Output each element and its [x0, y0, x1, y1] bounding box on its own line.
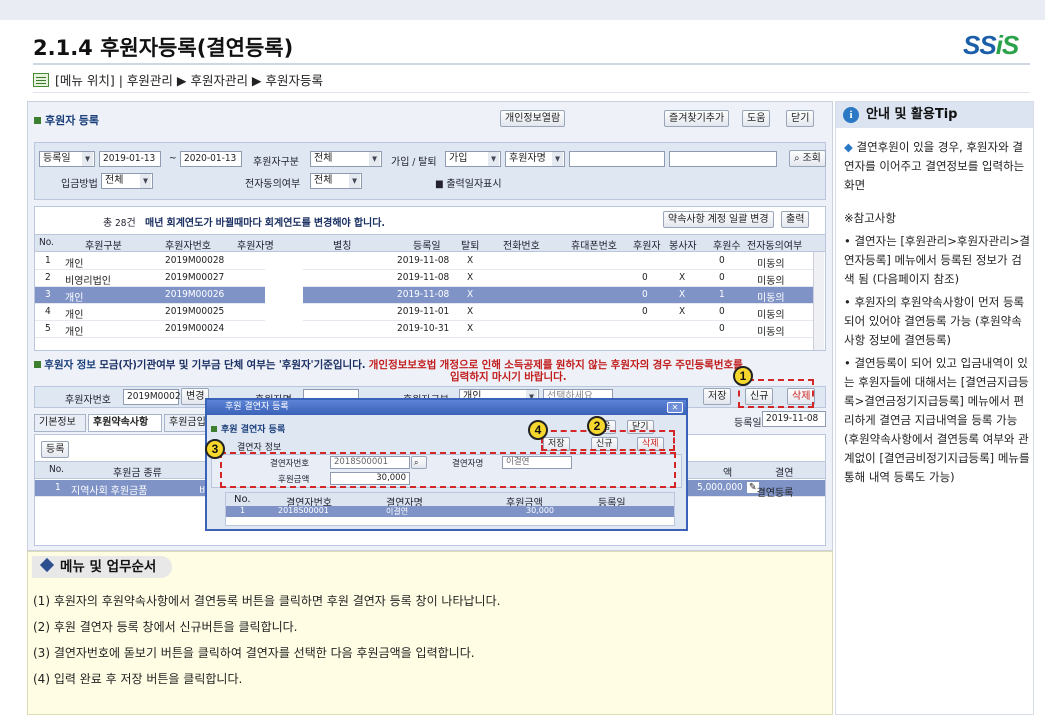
link-register-button[interactable]: ✎ 결연등록: [747, 482, 793, 499]
join-label: 가입 / 탈퇴: [391, 157, 437, 168]
breadcrumb-text: [메뉴 위치] | 후원관리 ▶ 후원자관리 ▶ 후원자등록: [55, 73, 324, 88]
marker-4: 4: [528, 420, 548, 440]
keyword-input-2[interactable]: [669, 151, 777, 167]
workflow-step: (3) 결연자번호에 돋보기 버튼을 클릭하여 결연자를 선택한 다음 후원금액…: [33, 646, 475, 660]
info-icon: i: [843, 107, 859, 123]
menu-workflow-section: 메뉴 및 업무순서 (1) 후원자의 후원약속사항에서 결연등록 버튼을 클릭하…: [27, 551, 833, 715]
print-button[interactable]: 출력: [781, 211, 810, 228]
search-button[interactable]: ⌕ 조회: [789, 150, 826, 167]
tip-item: • 결연자는 [후원관리>후원자관리>결연자등록] 메뉴에서 등록된 정보가 검…: [844, 234, 1030, 286]
tip-panel: i 안내 및 활용Tip ◆ 결연후원이 있을 경우, 후원자와 결연자를 이어주…: [835, 101, 1034, 715]
section-donor-register: 후원자 등록: [34, 112, 99, 128]
date-type-select[interactable]: 등록일: [39, 151, 95, 167]
name-type-select[interactable]: 후원자명: [505, 151, 565, 167]
breadcrumb: [메뉴 위치] | 후원관리 ▶ 후원자관리 ▶ 후원자등록: [33, 70, 323, 89]
register-button[interactable]: 등록: [41, 441, 70, 458]
pay-method-label: 입금방법: [61, 179, 98, 190]
donor-info-header: 후원자 정보 모금(자)기관여부 및 기부금 단체 여부는 '후원자'기준입니다…: [34, 357, 832, 383]
highlight-popup-buttons: [541, 430, 675, 451]
donor-grid: 총 28건 매년 회계연도가 바뀔때마다 회계연도를 변경해야 합니다. 약속사…: [34, 206, 826, 351]
close-button[interactable]: 닫기: [786, 110, 815, 127]
redacted-names: [265, 253, 303, 337]
donor-grid-scrollbar[interactable]: [813, 252, 824, 350]
consent-select[interactable]: 전체: [310, 173, 362, 189]
marker-3: 3: [205, 439, 225, 459]
table-row-selected[interactable]: 3 개인 2019M00026 2019-11-08 X 0 X 1 미동의: [35, 287, 813, 304]
workflow-step: (4) 입력 완료 후 저장 버튼을 클릭합니다.: [33, 672, 243, 686]
total-count: 총 28건: [103, 218, 136, 229]
help-button[interactable]: 도움: [742, 110, 771, 127]
workflow-step: (1) 후원자의 후원약속사항에서 결연등록 버튼을 클릭하면 후원 결연자 등…: [33, 594, 501, 608]
tip-item: • 후원자의 후원약속사항이 먼저 등록되어 있어야 결연등록 가능 (후원약속…: [844, 295, 1025, 347]
marker-1: 1: [733, 366, 753, 386]
ssis-logo: SSiS: [963, 30, 1019, 60]
batch-change-button[interactable]: 약속사항 계정 일괄 변경: [663, 211, 774, 228]
menu-workflow-title: 메뉴 및 업무순서: [32, 556, 173, 578]
tab-donation-promise[interactable]: 후원약속사항: [88, 414, 162, 432]
tip-item: • 결연등록이 되어 있고 입금내역이 있는 후원자들에 대해서는 [결연금지급…: [844, 356, 1030, 484]
keyword-input[interactable]: [569, 151, 665, 167]
workflow-step: (2) 후원 결연자 등록 창에서 신규버튼을 클릭합니다.: [33, 620, 298, 634]
donor-grid-header: No. 후원구분 후원자번호 후원자명 별칭 등록일 탈퇴 전화번호 휴대폰번호…: [35, 234, 825, 252]
section-square-icon: [34, 116, 41, 124]
join-select[interactable]: 가입: [445, 151, 501, 167]
popup-grid: No. 결연자번호 결연자명 후원금액 등록일 1 2018S00001 이결연…: [225, 492, 675, 526]
tab-deposit[interactable]: 후원금입금: [164, 414, 208, 432]
page-title: 2.1.4 후원자등록(결연등록): [33, 36, 294, 60]
filter-panel: 등록일 2019-01-13 ~ 2020-01-13 후원자구분 전체 가입 …: [34, 142, 826, 200]
breadcrumb-divider: [33, 92, 1030, 93]
menu-list-icon: [33, 72, 49, 87]
reg-date-field[interactable]: 2019-11-08: [762, 411, 826, 427]
tip-ref: ※참고사항: [844, 211, 896, 225]
popup-close-icon[interactable]: ✕: [667, 402, 683, 413]
popup-grid-row[interactable]: 1 2018S00001 이결연 30,000: [226, 506, 674, 517]
tip-header: i 안내 및 활용Tip: [836, 102, 1033, 128]
table-row[interactable]: 5 개인 2019M00024 2019-10-31 X 0 미동의: [35, 321, 813, 338]
popup-grid-header: No. 결연자번호 결연자명 후원금액 등록일: [226, 493, 674, 509]
print-date-checkbox[interactable]: ■ 출력일자표시: [435, 175, 502, 190]
title-divider: [33, 63, 1030, 65]
favorite-add-button[interactable]: 즐겨찾기추가: [664, 110, 730, 127]
popup-titlebar: 후원 결연자 등록: [207, 400, 686, 415]
marker-2: 2: [587, 416, 607, 436]
tab-basic-info[interactable]: 기본정보: [34, 414, 86, 432]
tip-intro: ◆ 결연후원이 있을 경우, 후원자와 결연자를 이어주고 결연정보를 입력하는…: [844, 140, 1025, 192]
top-bar: [0, 0, 1045, 20]
diamond-bullet-icon: ◆: [844, 140, 853, 154]
donor-type-label: 후원자구분: [253, 157, 299, 168]
table-row[interactable]: 4 개인 2019M00025 2019-11-01 X 0 X 0 미동의: [35, 304, 813, 321]
privacy-view-button[interactable]: 개인정보열람: [500, 110, 566, 127]
diamond-icon: [39, 557, 55, 573]
donor-type-select[interactable]: 전체: [310, 151, 382, 167]
table-row[interactable]: 2 비영리법인 2019M00027 2019-11-08 X 0 X 0 미동의: [35, 270, 813, 287]
date-from-input[interactable]: 2019-01-13: [99, 151, 161, 167]
highlight-popup-form: [220, 452, 676, 488]
popup-section: 후원 결연자 등록: [211, 422, 285, 435]
consent-label: 전자동의여부: [245, 179, 301, 190]
tip-body: ◆ 결연후원이 있을 경우, 후원자와 결연자를 이어주고 결연정보를 입력하는…: [844, 138, 1030, 491]
donor-no-field[interactable]: 2019M00026: [123, 389, 186, 405]
date-tilde: ~: [169, 153, 177, 164]
fiscal-notice: 매년 회계연도가 바뀔때마다 회계연도를 변경해야 합니다.: [145, 218, 385, 229]
save-button[interactable]: 저장: [703, 388, 732, 405]
table-row[interactable]: 1 개인 2019M00028 2019-11-08 X 0 미동의: [35, 253, 813, 270]
date-to-input[interactable]: 2020-01-13: [180, 151, 242, 167]
pay-method-select[interactable]: 전체: [101, 173, 153, 189]
